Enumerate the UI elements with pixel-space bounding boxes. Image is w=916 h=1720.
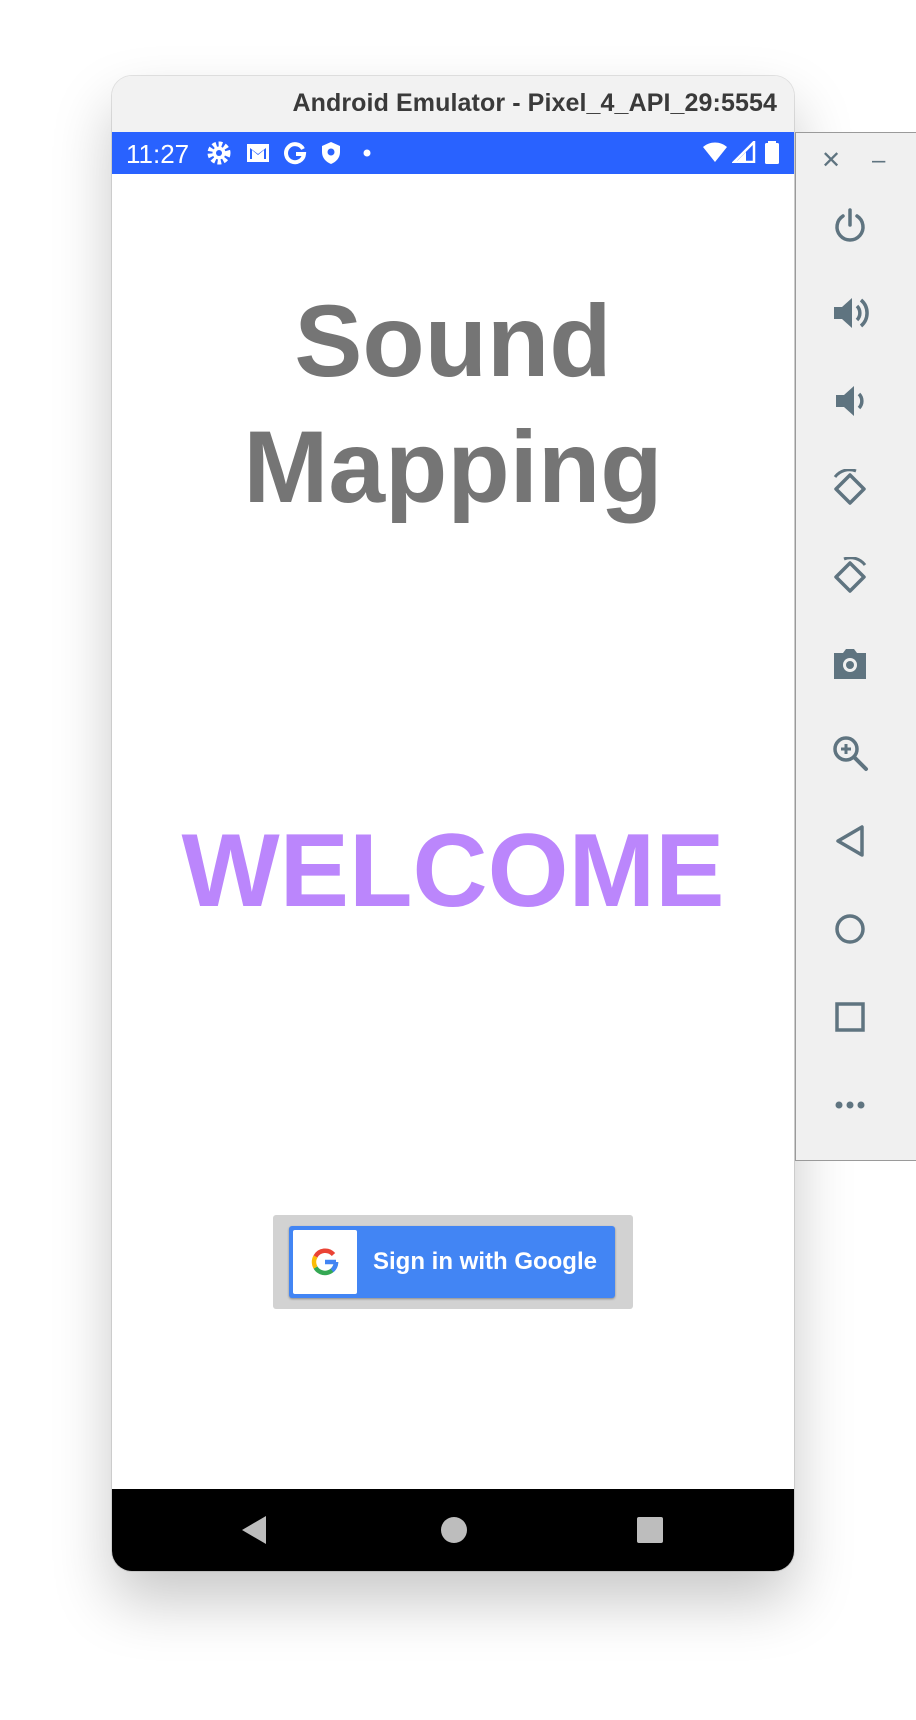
cellular-signal-icon [732,141,756,163]
navigation-bar [112,1489,794,1571]
google-logo-box [293,1230,357,1294]
panel-minimize-button[interactable]: – [872,147,885,175]
google-logo-icon [311,1248,339,1276]
status-time: 11:27 [126,139,190,169]
overview-icon[interactable] [830,997,870,1037]
battery-icon [765,141,779,164]
google-signin-button[interactable]: Sign in with Google [289,1226,615,1298]
signin-button-label: Sign in with Google [373,1248,597,1275]
emulator-window: Android Emulator - Pixel_4_API_29:5554 1… [112,76,794,1571]
dot-icon [363,149,371,157]
home-icon[interactable] [830,909,870,949]
panel-close-button[interactable]: ✕ [821,147,841,175]
wifi-icon [703,142,727,162]
nav-back-button[interactable] [240,1514,268,1546]
nav-home-button[interactable] [439,1514,469,1546]
shield-icon [322,142,340,164]
volume-down-icon[interactable] [830,381,870,421]
settings-icon [207,141,231,165]
gmail-icon [247,144,269,162]
emulator-side-panel: ✕ – [795,132,916,1161]
power-icon[interactable] [830,205,870,245]
camera-icon[interactable] [830,645,870,685]
signin-button-frame: Sign in with Google [273,1215,633,1309]
app-title: Sound Mapping [243,284,663,524]
welcome-text: WELCOME [181,813,725,929]
app-screen: Sound Mapping WELCOME Sign in with Googl… [112,174,794,1489]
rotate-right-icon[interactable] [830,557,870,597]
status-bar: 11:27 [112,132,794,174]
back-icon[interactable] [830,821,870,861]
rotate-left-icon[interactable] [830,469,870,509]
zoom-icon[interactable] [830,733,870,773]
volume-up-icon[interactable] [830,293,870,333]
window-title: Android Emulator - Pixel_4_API_29:5554 [292,89,777,117]
nav-recents-button[interactable] [635,1514,665,1546]
google-icon [284,142,307,165]
window-titlebar[interactable]: Android Emulator - Pixel_4_API_29:5554 [112,76,794,133]
more-icon[interactable] [830,1085,870,1125]
